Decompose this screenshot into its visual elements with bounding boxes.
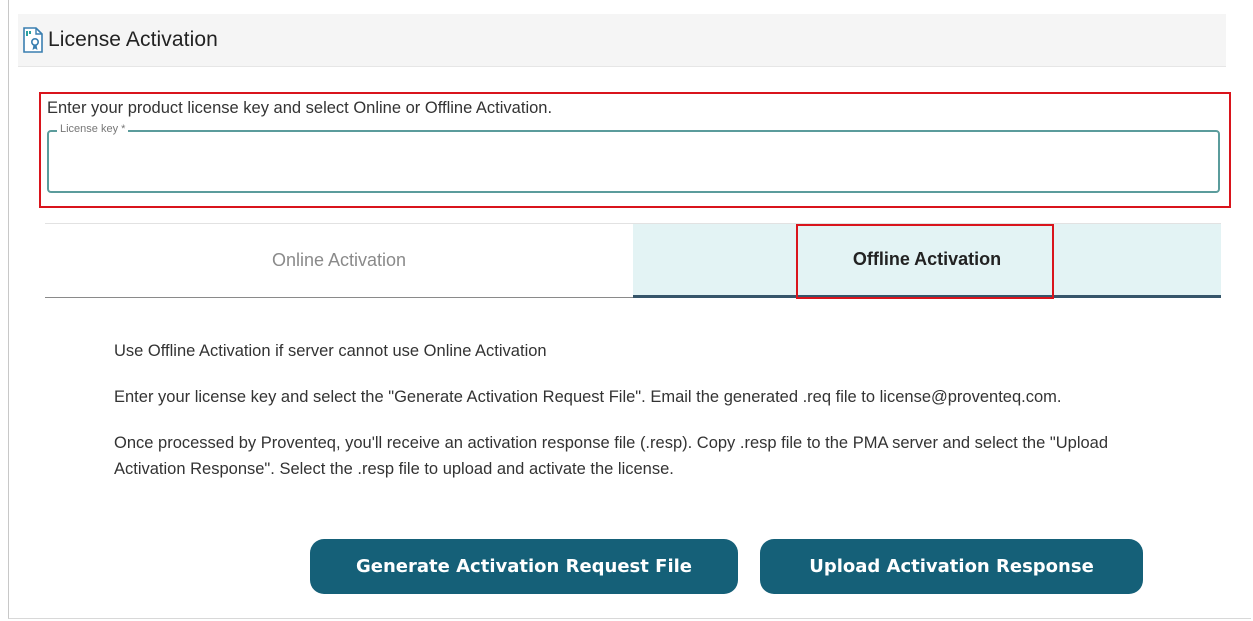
activation-tabs: Online Activation Offline Activation	[45, 223, 1221, 298]
license-key-field[interactable]: License key *	[47, 123, 1220, 193]
offline-info-paragraph: Enter your license key and select the "G…	[114, 388, 1062, 406]
tab-online-activation[interactable]: Online Activation	[45, 224, 633, 298]
license-certificate-icon	[23, 27, 43, 53]
license-key-label: License key *	[57, 123, 129, 135]
page-title: License Activation	[48, 28, 218, 51]
offline-info-paragraph: Use Offline Activation if server cannot …	[114, 342, 547, 360]
tab-offline-activation[interactable]: Offline Activation	[633, 224, 1221, 298]
license-instruction: Enter your product license key and selec…	[47, 99, 553, 117]
page-header: License Activation	[18, 14, 1226, 67]
offline-activation-panel: Use Offline Activation if server cannot …	[114, 338, 1124, 502]
offline-info-paragraph: Once processed by Proventeq, you'll rece…	[114, 434, 1109, 478]
upload-activation-response-button[interactable]: Upload Activation Response	[760, 539, 1143, 594]
generate-activation-request-button[interactable]: Generate Activation Request File	[310, 539, 738, 594]
license-key-input[interactable]	[59, 148, 1208, 176]
